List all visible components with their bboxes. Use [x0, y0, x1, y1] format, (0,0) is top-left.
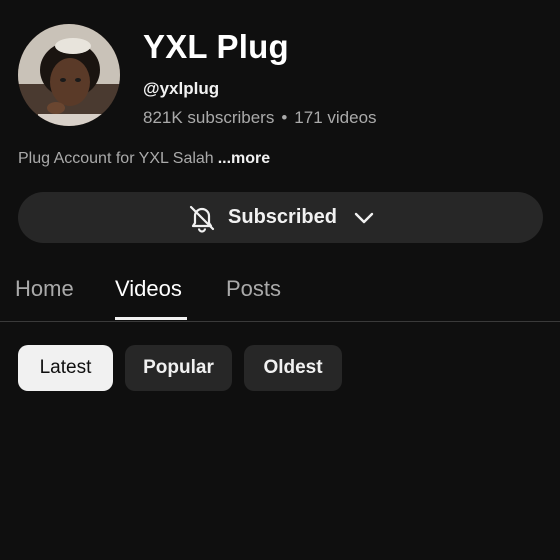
subscriber-count: 821K subscribers	[143, 108, 275, 127]
channel-avatar[interactable]	[18, 24, 120, 126]
filter-chip-latest[interactable]: Latest	[18, 345, 113, 391]
active-tab-indicator	[115, 317, 187, 320]
video-count: 171 videos	[294, 108, 377, 127]
subscribed-button[interactable]: Subscribed	[18, 192, 543, 243]
tab-posts[interactable]: Posts	[226, 276, 281, 302]
stats-separator: •	[281, 108, 288, 127]
avatar-photo-icon	[18, 24, 120, 126]
channel-name: YXL Plug	[143, 28, 289, 65]
description-text: Plug Account for YXL Salah	[18, 150, 214, 167]
tab-home[interactable]: Home	[15, 276, 74, 302]
chevron-down-icon	[353, 207, 375, 229]
channel-handle: @yxlplug	[143, 79, 220, 98]
channel-description[interactable]: Plug Account for YXL Salah ...more	[18, 150, 270, 168]
subscribed-label: Subscribed	[228, 206, 337, 228]
more-link[interactable]: ...more	[218, 150, 270, 167]
filter-chip-popular[interactable]: Popular	[125, 345, 232, 391]
channel-tabs: Home Videos Posts	[0, 268, 560, 321]
filter-chip-oldest[interactable]: Oldest	[244, 345, 342, 391]
channel-header: YXL Plug @yxlplug 821K subscribers • 171 v…	[18, 24, 542, 128]
bell-off-icon	[186, 202, 218, 234]
channel-stats: 821K subscribers • 171 videos	[143, 108, 377, 128]
tabs-divider	[0, 321, 560, 322]
tab-videos[interactable]: Videos	[115, 276, 182, 302]
